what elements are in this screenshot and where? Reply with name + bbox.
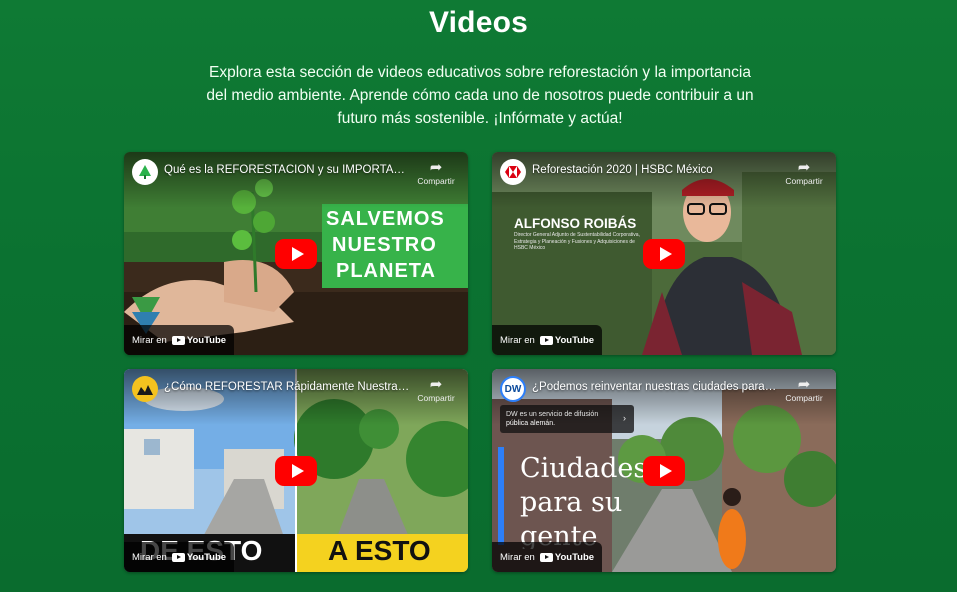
page-title: Videos bbox=[428, 6, 529, 39]
speaker-name: ALFONSO ROIBÁS bbox=[514, 216, 637, 231]
overlay-line: Ciudades bbox=[520, 453, 648, 484]
watch-on-youtube[interactable]: Mirar en YouTube bbox=[124, 542, 235, 572]
leaf-icon[interactable] bbox=[132, 159, 158, 185]
youtube-word: YouTube bbox=[554, 551, 595, 563]
overlay-line: para su bbox=[520, 487, 623, 518]
video-card-reforestacion[interactable]: SALVEMOS NUESTRO PLANETA Qué es la REFOR… bbox=[124, 152, 468, 355]
overlay-right: A ESTO bbox=[328, 535, 431, 566]
share-button[interactable]: ➦ Compartir bbox=[414, 377, 458, 403]
watch-label: Mirar en bbox=[132, 551, 167, 563]
intro-text: Explora esta sección de videos educativo… bbox=[206, 64, 754, 127]
share-button[interactable]: ➦ Compartir bbox=[414, 160, 458, 186]
watch-on-youtube[interactable]: Mirar en YouTube bbox=[124, 325, 235, 355]
youtube-icon bbox=[171, 552, 185, 562]
channel-avatar-icon[interactable] bbox=[132, 376, 158, 402]
video-title[interactable]: Reforestación 2020 | HSBC México bbox=[532, 164, 778, 176]
play-button[interactable] bbox=[643, 238, 685, 269]
watch-label: Mirar en bbox=[132, 334, 167, 346]
share-icon: ➦ bbox=[797, 159, 811, 176]
youtube-word: YouTube bbox=[186, 551, 227, 563]
hsbc-icon[interactable] bbox=[500, 159, 526, 185]
speaker-role: Director General Adjunto de Sustentabili… bbox=[514, 232, 640, 251]
play-button[interactable] bbox=[643, 455, 685, 486]
share-label: Compartir bbox=[417, 176, 455, 186]
youtube-logo: YouTube bbox=[539, 551, 595, 563]
watch-label: Mirar en bbox=[500, 334, 535, 346]
video-title[interactable]: Qué es la REFORESTACIÓN y su IMPORTANCIA… bbox=[164, 164, 410, 176]
share-button[interactable]: ➦ Compartir bbox=[782, 377, 826, 403]
youtube-logo: YouTube bbox=[171, 551, 227, 563]
overlay-line: NUESTRO bbox=[332, 234, 437, 256]
youtube-icon bbox=[539, 335, 553, 345]
video-card-dw-ciudades[interactable]: DW es un servicio de difusión pública al… bbox=[492, 369, 836, 572]
share-label: Compartir bbox=[785, 393, 823, 403]
share-label: Compartir bbox=[785, 176, 823, 186]
video-title[interactable]: ¿Podemos reinventar nuestras ciudades pa… bbox=[532, 381, 778, 393]
overlay-line: SALVEMOS bbox=[326, 208, 445, 230]
youtube-logo: YouTube bbox=[171, 334, 227, 346]
watch-on-youtube[interactable]: Mirar en YouTube bbox=[492, 542, 603, 572]
youtube-logo: YouTube bbox=[539, 334, 595, 346]
youtube-word: YouTube bbox=[186, 334, 227, 346]
share-icon: ➦ bbox=[797, 376, 811, 393]
share-icon: ➦ bbox=[429, 159, 443, 176]
youtube-word: YouTube bbox=[554, 334, 595, 346]
play-button[interactable] bbox=[275, 455, 317, 486]
share-button[interactable]: ➦ Compartir bbox=[782, 160, 826, 186]
video-grid: SALVEMOS NUESTRO PLANETA Qué es la REFOR… bbox=[124, 152, 836, 572]
youtube-icon bbox=[171, 335, 185, 345]
watch-label: Mirar en bbox=[500, 551, 535, 563]
video-card-hsbc[interactable]: ALFONSO ROIBÁS Director General Adjunto … bbox=[492, 152, 836, 355]
share-icon: ➦ bbox=[429, 376, 443, 393]
watch-on-youtube[interactable]: Mirar en YouTube bbox=[492, 325, 603, 355]
video-card-reforestar-ciudades[interactable]: DE ESTO A ESTO ¿Cómo REFORESTAR Rápidame… bbox=[124, 369, 468, 572]
video-title[interactable]: ¿Cómo REFORESTAR Rápidamente Nuestras Ci… bbox=[164, 381, 410, 393]
dw-icon[interactable]: DW bbox=[500, 376, 526, 402]
dw-badge-text: DW bbox=[504, 383, 522, 395]
play-button[interactable] bbox=[275, 238, 317, 269]
overlay-line: PLANETA bbox=[336, 260, 436, 282]
share-label: Compartir bbox=[417, 393, 455, 403]
youtube-icon bbox=[539, 552, 553, 562]
